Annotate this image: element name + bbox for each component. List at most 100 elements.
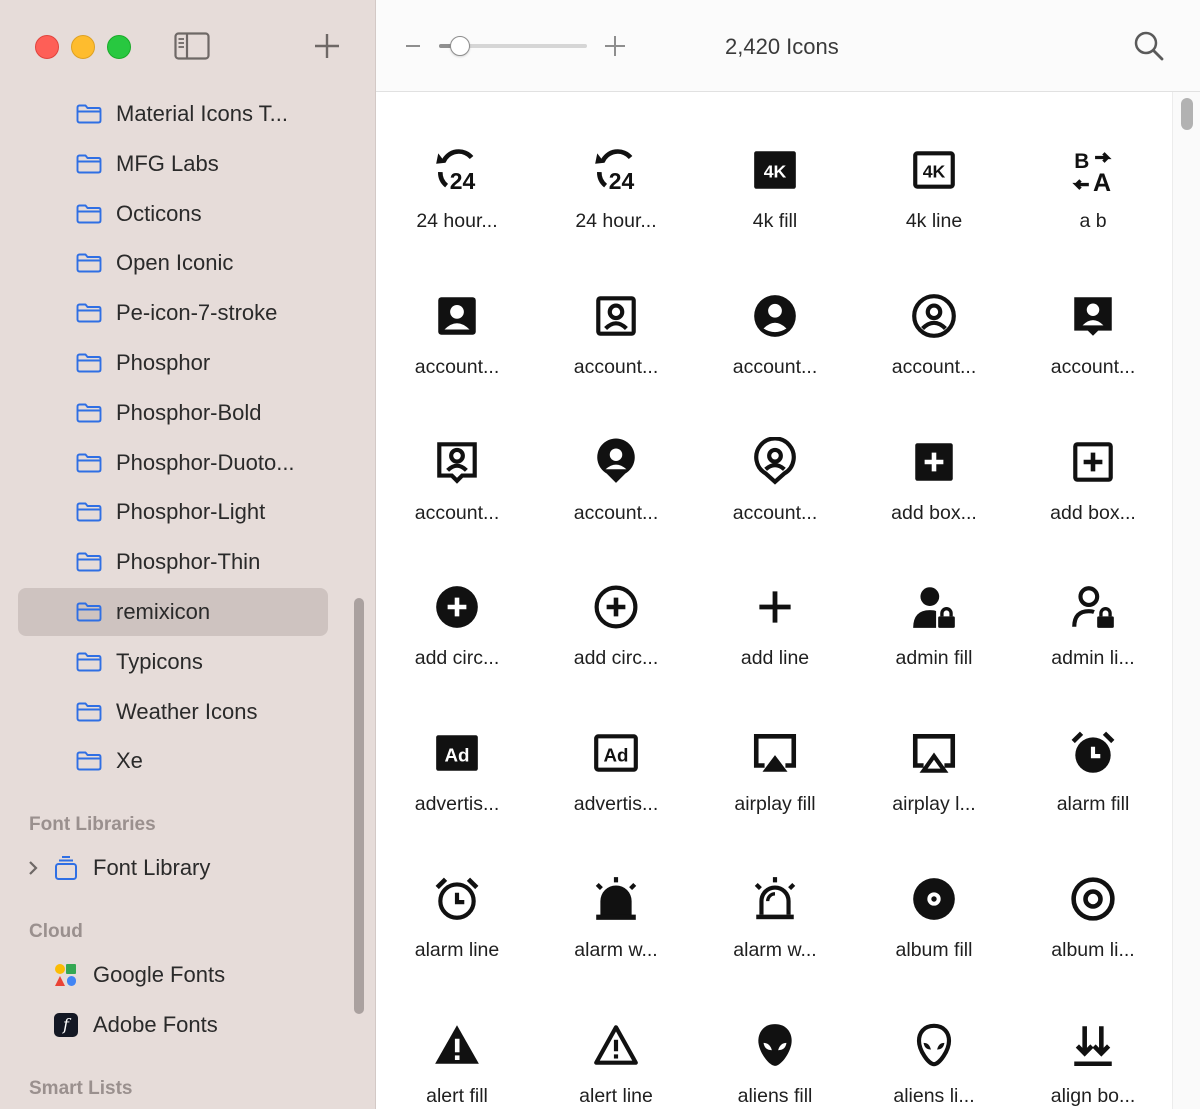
svg-text:4K: 4K bbox=[923, 161, 946, 181]
account-box-fill-icon bbox=[432, 291, 482, 341]
icon-cell[interactable]: Ad advertis... bbox=[541, 681, 691, 821]
zoom-in-icon[interactable] bbox=[603, 34, 627, 58]
icon-cell[interactable]: airplay fill bbox=[700, 681, 850, 821]
close-window-button[interactable] bbox=[35, 35, 59, 59]
icon-name: add circ... bbox=[573, 647, 659, 670]
minimize-window-button[interactable] bbox=[71, 35, 95, 59]
sidebar-item-collection[interactable]: remixicon bbox=[18, 588, 328, 636]
section-heading-cloud: Cloud bbox=[29, 921, 83, 942]
icon-cell[interactable]: 24 24 hour... bbox=[541, 98, 691, 238]
sidebar-item-collection[interactable]: Octicons bbox=[18, 190, 328, 238]
sidebar-item-collection[interactable]: Weather Icons bbox=[18, 688, 328, 736]
icon-cell[interactable]: account... bbox=[541, 244, 691, 384]
sidebar-item-collection[interactable]: Phosphor-Bold bbox=[18, 389, 328, 437]
icon-name: advertis... bbox=[573, 793, 659, 816]
airplay-fill-icon bbox=[750, 728, 800, 778]
icon-cell[interactable]: add line bbox=[700, 535, 850, 675]
zoom-out-icon[interactable] bbox=[406, 45, 420, 47]
svg-text:Ad: Ad bbox=[604, 745, 629, 766]
sidebar-item-adobe-fonts[interactable]: f Adobe Fonts bbox=[18, 1002, 338, 1048]
sidebar-item-collection[interactable]: Xe bbox=[18, 737, 328, 785]
icon-cell[interactable]: alarm w... bbox=[541, 827, 691, 967]
sidebar-item-collection[interactable]: Phosphor-Duoto... bbox=[18, 439, 328, 487]
folder-icon bbox=[76, 303, 102, 323]
sidebar-item-label: Phosphor-Thin bbox=[116, 549, 261, 575]
account-pin-box-line-icon bbox=[432, 437, 482, 487]
icon-cell[interactable]: 4K 4k line bbox=[859, 98, 1009, 238]
icon-cell[interactable]: 24 24 hour... bbox=[382, 98, 532, 238]
icon-cell[interactable]: 4K 4k fill bbox=[700, 98, 850, 238]
account-box-line-icon bbox=[591, 291, 641, 341]
sidebar-item-collection[interactable]: Pe-icon-7-stroke bbox=[18, 289, 328, 337]
sidebar-item-collection[interactable]: Material Icons T... bbox=[18, 90, 328, 138]
add-box-line-icon bbox=[1068, 437, 1118, 487]
icon-name: add box... bbox=[1050, 501, 1136, 524]
icon-cell[interactable]: account... bbox=[382, 244, 532, 384]
icon-cell[interactable]: add circ... bbox=[382, 535, 532, 675]
add-circle-fill-icon bbox=[432, 582, 482, 632]
icon-cell[interactable]: align bo... bbox=[1018, 973, 1168, 1109]
icon-cell[interactable]: account... bbox=[1018, 244, 1168, 384]
icon-cell[interactable]: album fill bbox=[859, 827, 1009, 967]
chevron-right-icon[interactable] bbox=[26, 859, 40, 877]
sidebar-item-collection[interactable]: Open Iconic bbox=[18, 239, 328, 287]
icon-cell[interactable]: add box... bbox=[1018, 390, 1168, 530]
sidebar-item-label: Phosphor-Light bbox=[116, 499, 266, 525]
icon-cell[interactable]: airplay l... bbox=[859, 681, 1009, 821]
sidebar-item-label: Phosphor-Duoto... bbox=[116, 449, 295, 475]
icon-cell[interactable]: admin fill bbox=[859, 535, 1009, 675]
svg-text:Ad: Ad bbox=[445, 745, 470, 766]
icon-cell[interactable]: album li... bbox=[1018, 827, 1168, 967]
icon-name: alarm w... bbox=[574, 939, 658, 961]
icon-name: aliens li... bbox=[893, 1084, 975, 1107]
sidebar-item-google-fonts[interactable]: Google Fonts bbox=[18, 952, 338, 998]
icon-cell[interactable]: aliens fill bbox=[700, 973, 850, 1109]
icon-cell[interactable]: alarm fill bbox=[1018, 681, 1168, 821]
icon-cell[interactable]: account... bbox=[700, 244, 850, 384]
sidebar-item-collection[interactable]: Phosphor-Thin bbox=[18, 538, 328, 586]
folder-icon bbox=[76, 502, 102, 522]
zoom-slider-knob[interactable] bbox=[450, 36, 470, 56]
alarm-warning-fill-icon bbox=[591, 874, 641, 924]
svg-text:24: 24 bbox=[609, 168, 635, 194]
24-hours-fill-icon: 24 bbox=[432, 145, 482, 195]
icon-cell[interactable]: account... bbox=[700, 390, 850, 530]
icon-cell[interactable]: alarm w... bbox=[700, 827, 850, 967]
icon-name: add box... bbox=[891, 501, 977, 524]
icon-name: aliens fill bbox=[737, 1084, 813, 1107]
sidebar-item-collection[interactable]: Phosphor bbox=[18, 339, 328, 387]
sidebar-scrollbar[interactable] bbox=[354, 598, 364, 1014]
sidebar-item-collection[interactable]: MFG Labs bbox=[18, 140, 328, 188]
sidebar-item-label: Xe bbox=[116, 748, 143, 774]
grid-scrollbar-thumb[interactable] bbox=[1181, 98, 1193, 130]
search-icon[interactable] bbox=[1133, 30, 1165, 62]
sidebar-item-collection[interactable]: Typicons bbox=[18, 638, 328, 686]
a-b-icon: BA bbox=[1068, 145, 1118, 195]
icon-cell[interactable]: BA a b bbox=[1018, 98, 1168, 238]
sidebar-item-font-library[interactable]: Font Library bbox=[18, 845, 338, 891]
icon-name: admin fill bbox=[895, 647, 973, 670]
icon-cell[interactable]: add box... bbox=[859, 390, 1009, 530]
account-circle-line-icon bbox=[909, 291, 959, 341]
folder-icon bbox=[76, 602, 102, 622]
icon-cell[interactable]: add circ... bbox=[541, 535, 691, 675]
sidebar-item-label: Open Iconic bbox=[116, 250, 234, 276]
icon-cell[interactable]: account... bbox=[541, 390, 691, 530]
icon-cell[interactable]: account... bbox=[382, 390, 532, 530]
album-line-icon bbox=[1068, 874, 1118, 924]
icon-cell[interactable]: alert fill bbox=[382, 973, 532, 1109]
icon-cell[interactable]: alarm line bbox=[382, 827, 532, 967]
icon-cell[interactable]: alert line bbox=[541, 973, 691, 1109]
sidebar-item-collection[interactable]: Phosphor-Light bbox=[18, 488, 328, 536]
icon-name: account... bbox=[1050, 355, 1136, 378]
zoom-window-button[interactable] bbox=[107, 35, 131, 59]
add-collection-icon[interactable] bbox=[313, 32, 341, 60]
icon-cell[interactable]: account... bbox=[859, 244, 1009, 384]
icon-cell[interactable]: Ad advertis... bbox=[382, 681, 532, 821]
icon-name: a b bbox=[1079, 210, 1107, 232]
sidebar-toggle-icon[interactable] bbox=[174, 32, 210, 60]
sidebar: Material Icons T... MFG Labs Octicons Open … bbox=[0, 0, 376, 1109]
icon-name: admin li... bbox=[1051, 647, 1135, 670]
icon-cell[interactable]: admin li... bbox=[1018, 535, 1168, 675]
icon-cell[interactable]: aliens li... bbox=[859, 973, 1009, 1109]
